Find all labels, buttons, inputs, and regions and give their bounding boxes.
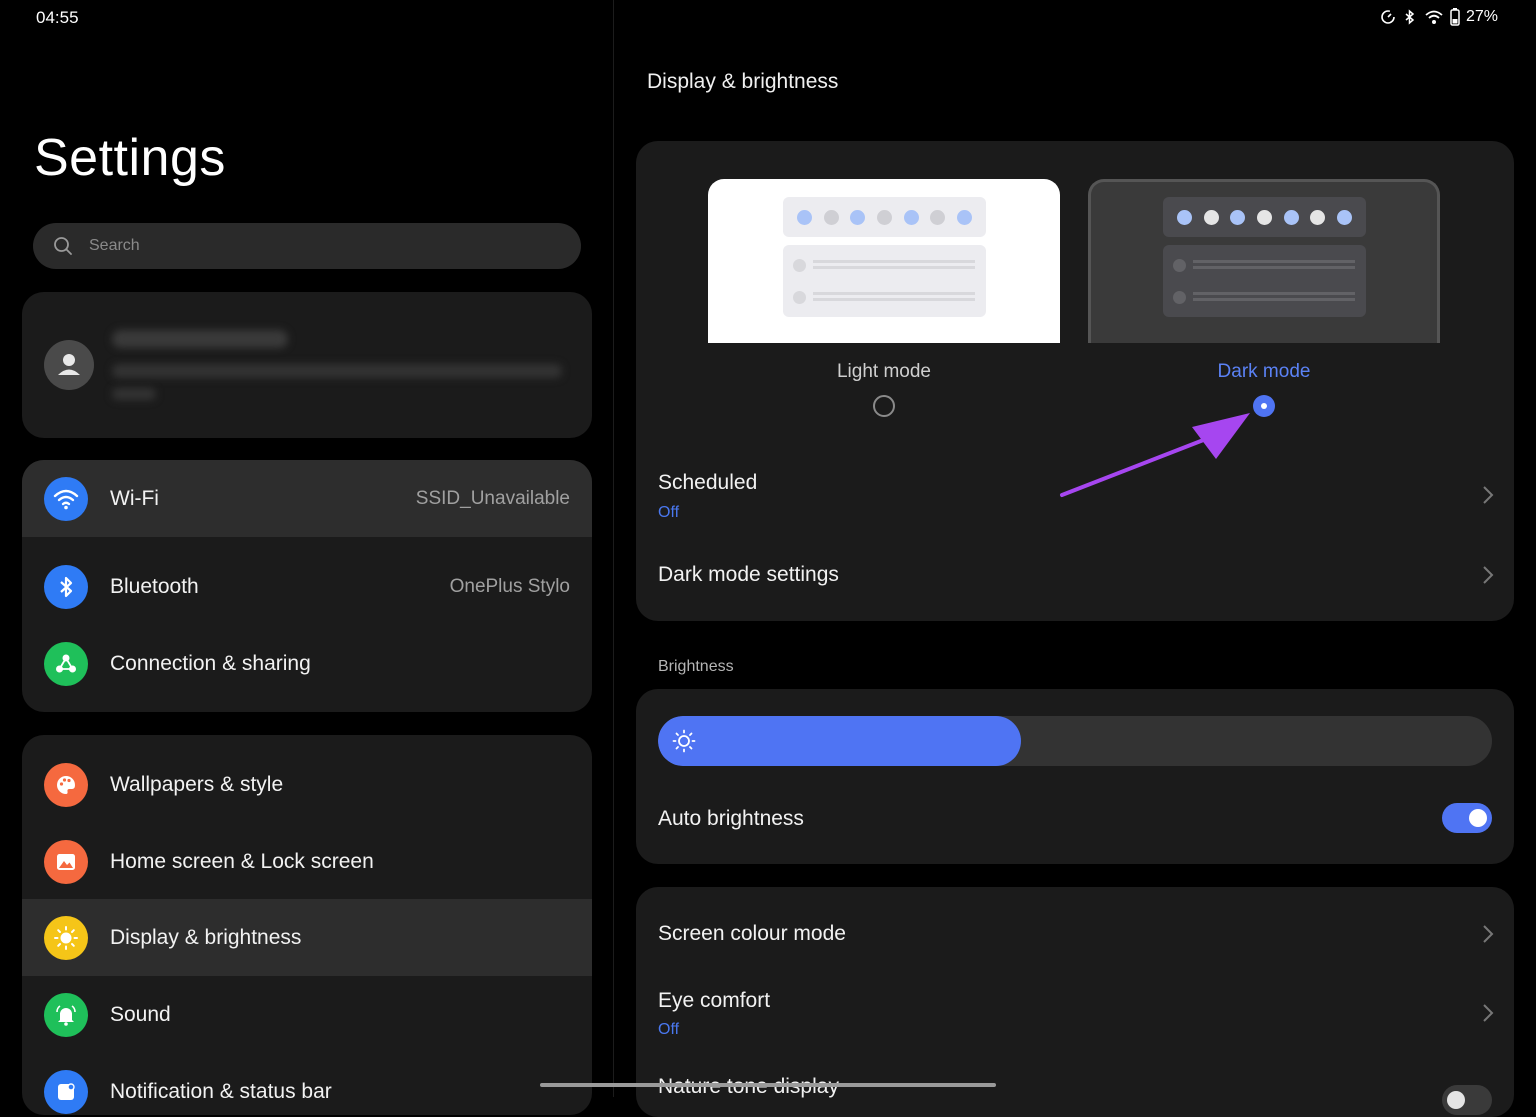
nature-tone-toggle[interactable] xyxy=(1442,1085,1492,1115)
pane-divider xyxy=(613,0,614,1097)
chevron-right-icon xyxy=(1483,486,1494,504)
dark-mode-settings-label: Dark mode settings xyxy=(658,563,839,586)
scheduled-value: Off xyxy=(658,504,680,521)
connection-sharing-row[interactable]: Connection & sharing xyxy=(22,625,592,702)
display-brightness-label: Display & brightness xyxy=(110,925,302,949)
preview-light-body xyxy=(783,245,986,317)
wifi-icon xyxy=(44,476,88,521)
page-title: Settings xyxy=(34,129,226,187)
wifi-row[interactable]: Wi-Fi SSID_Unavailable xyxy=(22,460,592,537)
battery-icon xyxy=(1450,8,1460,26)
connection-icon xyxy=(44,641,88,686)
scheduled-row[interactable]: Scheduled Off xyxy=(636,459,1514,539)
picture-icon xyxy=(44,839,88,884)
dark-mode-preview[interactable] xyxy=(1088,179,1440,343)
preview-dark-body xyxy=(1163,245,1366,317)
chevron-right-icon xyxy=(1483,566,1494,584)
sun-icon xyxy=(672,729,696,753)
search-input[interactable] xyxy=(87,236,531,256)
light-mode-radio[interactable] xyxy=(873,395,895,417)
light-mode-preview[interactable] xyxy=(708,179,1060,343)
personalization-group: Wallpapers & style Home screen & Lock sc… xyxy=(22,735,592,1115)
sun-icon xyxy=(44,915,88,960)
person-icon xyxy=(58,354,80,375)
nature-tone-label: Nature tone display xyxy=(658,1075,839,1099)
chevron-right-icon xyxy=(1483,1004,1494,1022)
bell-icon xyxy=(44,992,88,1037)
search-icon xyxy=(54,237,72,255)
dark-mode-settings-row[interactable]: Dark mode settings xyxy=(636,545,1514,605)
bluetooth-icon xyxy=(44,564,88,609)
connectivity-group: Wi-Fi SSID_Unavailable Bluetooth OnePlus… xyxy=(22,460,592,712)
palette-icon xyxy=(44,762,88,807)
connection-sharing-label: Connection & sharing xyxy=(110,651,311,675)
sound-row[interactable]: Sound xyxy=(22,976,592,1053)
display-brightness-row[interactable]: Display & brightness xyxy=(22,899,592,976)
brightness-section-label: Brightness xyxy=(658,658,734,675)
status-time: 04:55 xyxy=(36,8,79,27)
eye-comfort-label: Eye comfort xyxy=(658,989,771,1012)
dark-mode-label: Dark mode xyxy=(1217,361,1311,382)
eye-comfort-row[interactable]: Eye comfort Off xyxy=(636,975,1514,1055)
wifi-label: Wi-Fi xyxy=(110,486,159,510)
auto-brightness-toggle[interactable] xyxy=(1442,803,1492,833)
wallpapers-row[interactable]: Wallpapers & style xyxy=(22,746,592,823)
appearance-card: Light mode Dark mode Scheduled Off Dark … xyxy=(636,141,1514,621)
auto-brightness-row: Auto brightness xyxy=(636,789,1514,849)
home-lock-screen-row[interactable]: Home screen & Lock screen xyxy=(22,823,592,900)
bluetooth-row[interactable]: Bluetooth OnePlus Stylo xyxy=(22,548,592,625)
account-description-blurred xyxy=(112,364,562,378)
brightness-card: Auto brightness xyxy=(636,689,1514,864)
bluetooth-status-icon xyxy=(1405,9,1415,25)
avatar xyxy=(44,340,94,390)
status-icons: 27% xyxy=(1380,8,1498,26)
preview-dark-header xyxy=(1163,197,1366,237)
light-mode-label: Light mode xyxy=(836,361,931,382)
battery-percent: 27% xyxy=(1465,8,1498,25)
home-lock-screen-label: Home screen & Lock screen xyxy=(110,849,374,873)
eye-comfort-value: Off xyxy=(658,1021,680,1038)
home-indicator[interactable] xyxy=(540,1083,996,1087)
detail-title: Display & brightness xyxy=(647,70,839,93)
notification-row[interactable]: Notification & status bar xyxy=(22,1053,592,1115)
bluetooth-label: Bluetooth xyxy=(110,574,199,598)
nature-tone-row[interactable]: Nature tone display xyxy=(636,1065,1514,1117)
wallpapers-label: Wallpapers & style xyxy=(110,772,284,796)
data-saver-icon xyxy=(1381,10,1395,24)
bluetooth-value: OnePlus Stylo xyxy=(449,575,570,597)
notification-icon xyxy=(44,1069,88,1114)
auto-brightness-label: Auto brightness xyxy=(658,807,804,830)
brightness-slider[interactable] xyxy=(658,716,1492,766)
account-description-blurred-2 xyxy=(112,388,156,400)
notification-label: Notification & status bar xyxy=(110,1079,332,1103)
wifi-status-icon xyxy=(1425,10,1443,24)
screen-colour-mode-row[interactable]: Screen colour mode xyxy=(636,902,1514,964)
brightness-slider-fill xyxy=(658,716,1021,766)
account-name-blurred xyxy=(112,330,288,348)
preview-light-header xyxy=(783,197,986,237)
account-card[interactable] xyxy=(22,292,592,438)
wifi-value: SSID_Unavailable xyxy=(415,487,570,509)
screen-colour-mode-label: Screen colour mode xyxy=(658,922,846,945)
sound-label: Sound xyxy=(110,1002,171,1026)
scheduled-label: Scheduled xyxy=(658,471,758,494)
chevron-right-icon xyxy=(1483,925,1494,943)
search-bar[interactable] xyxy=(33,223,581,269)
